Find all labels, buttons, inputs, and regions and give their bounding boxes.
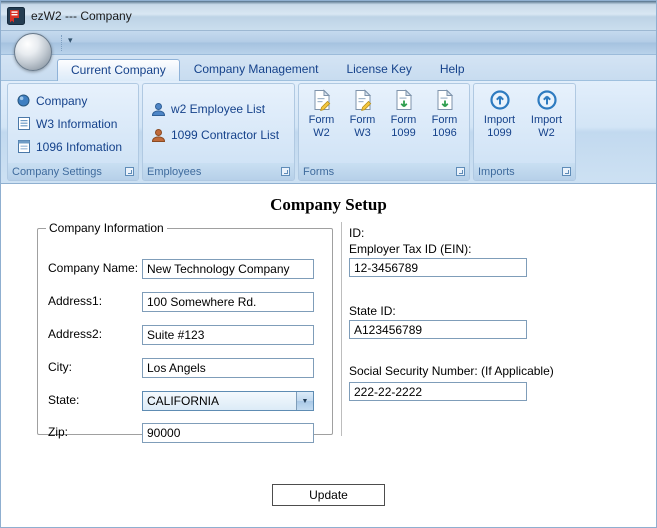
state-label: State: [48, 393, 80, 407]
qat-customize-chevron-icon[interactable]: ▾ [68, 35, 73, 46]
tab-license-key[interactable]: License Key [332, 58, 425, 80]
button-label: Import [530, 114, 563, 126]
ssn-input[interactable] [349, 382, 527, 401]
main-content: Company Setup Company Information Compan… [1, 184, 656, 527]
ribbon-item-label: Company [36, 93, 88, 108]
qat-separator [61, 35, 62, 51]
button-label: Form [308, 114, 335, 126]
combo-dropdown-arrow-icon[interactable]: ▼ [296, 392, 313, 410]
id-section-divider [341, 222, 342, 436]
ribbon-item-w3-information[interactable]: W3 Information [13, 112, 133, 135]
import-w2-button[interactable]: Import W2 [523, 87, 570, 163]
state-select[interactable]: CALIFORNIA ▼ [142, 391, 314, 411]
company-icon [15, 93, 32, 108]
tab-help[interactable]: Help [426, 58, 479, 80]
import-1099-icon [489, 89, 511, 114]
tab-company-management[interactable]: Company Management [180, 58, 333, 80]
dialog-launcher-icon[interactable] [456, 167, 465, 176]
update-button[interactable]: Update [272, 484, 385, 506]
group-caption-label: Company Settings [12, 165, 102, 178]
button-label: W2 [313, 127, 330, 139]
form-1096-icon [434, 89, 456, 114]
ribbon-tab-bar: Current Company Company Management Licen… [1, 55, 656, 81]
state-selected-value: CALIFORNIA [147, 394, 220, 408]
company-name-label: Company Name: [48, 261, 139, 275]
form-1096-button[interactable]: Form 1096 [424, 87, 465, 163]
form-w3-button[interactable]: Form W3 [342, 87, 383, 163]
ssn-label: Social Security Number: (If Applicable) [349, 364, 554, 378]
address2-input[interactable] [142, 325, 314, 345]
ribbon-item-label: W3 Information [36, 116, 118, 131]
address1-label: Address1: [48, 294, 103, 308]
ribbon-item-label: 1099 Contractor List [171, 128, 280, 142]
ribbon-item-w2-employee-list[interactable]: w2 Employee List [148, 96, 289, 122]
group-caption-forms: Forms [299, 163, 469, 180]
ribbon-item-1096-information[interactable]: 1096 Infomation [13, 135, 133, 158]
ribbon-group-employees: w2 Employee List 1099 Contractor List Em… [142, 83, 295, 181]
form-1099-button[interactable]: Form 1099 [383, 87, 424, 163]
ribbon-group-imports: Import 1099 Import W2 Imports [473, 83, 576, 181]
button-label: W3 [354, 127, 371, 139]
w3-information-icon [15, 116, 32, 131]
ein-input[interactable] [349, 258, 527, 277]
contractor-person-icon [150, 128, 167, 143]
button-label: 1099 [487, 127, 512, 139]
id-section-heading: ID: [349, 226, 365, 240]
dialog-launcher-icon[interactable] [562, 167, 571, 176]
button-label: Form [431, 114, 458, 126]
window-title: ezW2 --- Company [31, 8, 132, 23]
zip-label: Zip: [48, 425, 69, 439]
state-id-label: State ID: [349, 304, 396, 318]
ein-label: Employer Tax ID (EIN): [349, 242, 472, 256]
app-window: ezW2 --- Company ▾ Current Company Compa… [0, 0, 657, 528]
import-w2-icon [536, 89, 558, 114]
ribbon-group-forms: Form W2 Form W3 Form 1099 Form 1096 Form… [298, 83, 470, 181]
company-information-groupbox: Company Information Company Name: Addres… [37, 221, 333, 443]
group-caption-company-settings: Company Settings [8, 163, 138, 180]
form-w2-icon [311, 89, 333, 114]
application-orb-button[interactable] [14, 33, 52, 71]
info-1096-icon [15, 139, 32, 154]
button-label: 1099 [391, 127, 416, 139]
address1-input[interactable] [142, 292, 314, 312]
state-id-input[interactable] [349, 320, 527, 339]
group-caption-label: Forms [303, 165, 335, 178]
button-label: 1096 [432, 127, 457, 139]
ribbon-item-label: w2 Employee List [171, 102, 266, 116]
title-bar[interactable]: ezW2 --- Company [1, 1, 656, 31]
form-w2-button[interactable]: Form W2 [301, 87, 342, 163]
ribbon: Company W3 Information 1096 Infomation C… [1, 80, 656, 184]
group-caption-employees: Employees [143, 163, 294, 180]
button-label: Form [349, 114, 376, 126]
dialog-launcher-icon[interactable] [281, 167, 290, 176]
tab-current-company[interactable]: Current Company [57, 59, 180, 81]
quick-access-toolbar: ▾ [1, 31, 656, 71]
form-1099-icon [393, 89, 415, 114]
group-caption-label: Imports [478, 165, 515, 178]
button-label: Form [390, 114, 417, 126]
city-input[interactable] [142, 358, 314, 378]
form-w3-icon [352, 89, 374, 114]
dialog-launcher-icon[interactable] [125, 167, 134, 176]
company-name-input[interactable] [142, 259, 314, 279]
button-label: Import [483, 114, 516, 126]
group-caption-label: Employees [147, 165, 202, 178]
ribbon-item-1099-contractor-list[interactable]: 1099 Contractor List [148, 122, 289, 148]
address2-label: Address2: [48, 327, 103, 341]
company-information-legend: Company Information [49, 221, 164, 235]
page-title: Company Setup [270, 195, 387, 214]
ribbon-item-company[interactable]: Company [13, 89, 133, 112]
app-icon [7, 6, 25, 25]
zip-input[interactable] [142, 423, 314, 443]
import-1099-button[interactable]: Import 1099 [476, 87, 523, 163]
ribbon-item-label: 1096 Infomation [36, 139, 123, 154]
employee-person-icon [150, 102, 167, 117]
button-label: W2 [538, 127, 555, 139]
ribbon-group-company-settings: Company W3 Information 1096 Infomation C… [7, 83, 139, 181]
group-caption-imports: Imports [474, 163, 575, 180]
city-label: City: [48, 360, 72, 374]
